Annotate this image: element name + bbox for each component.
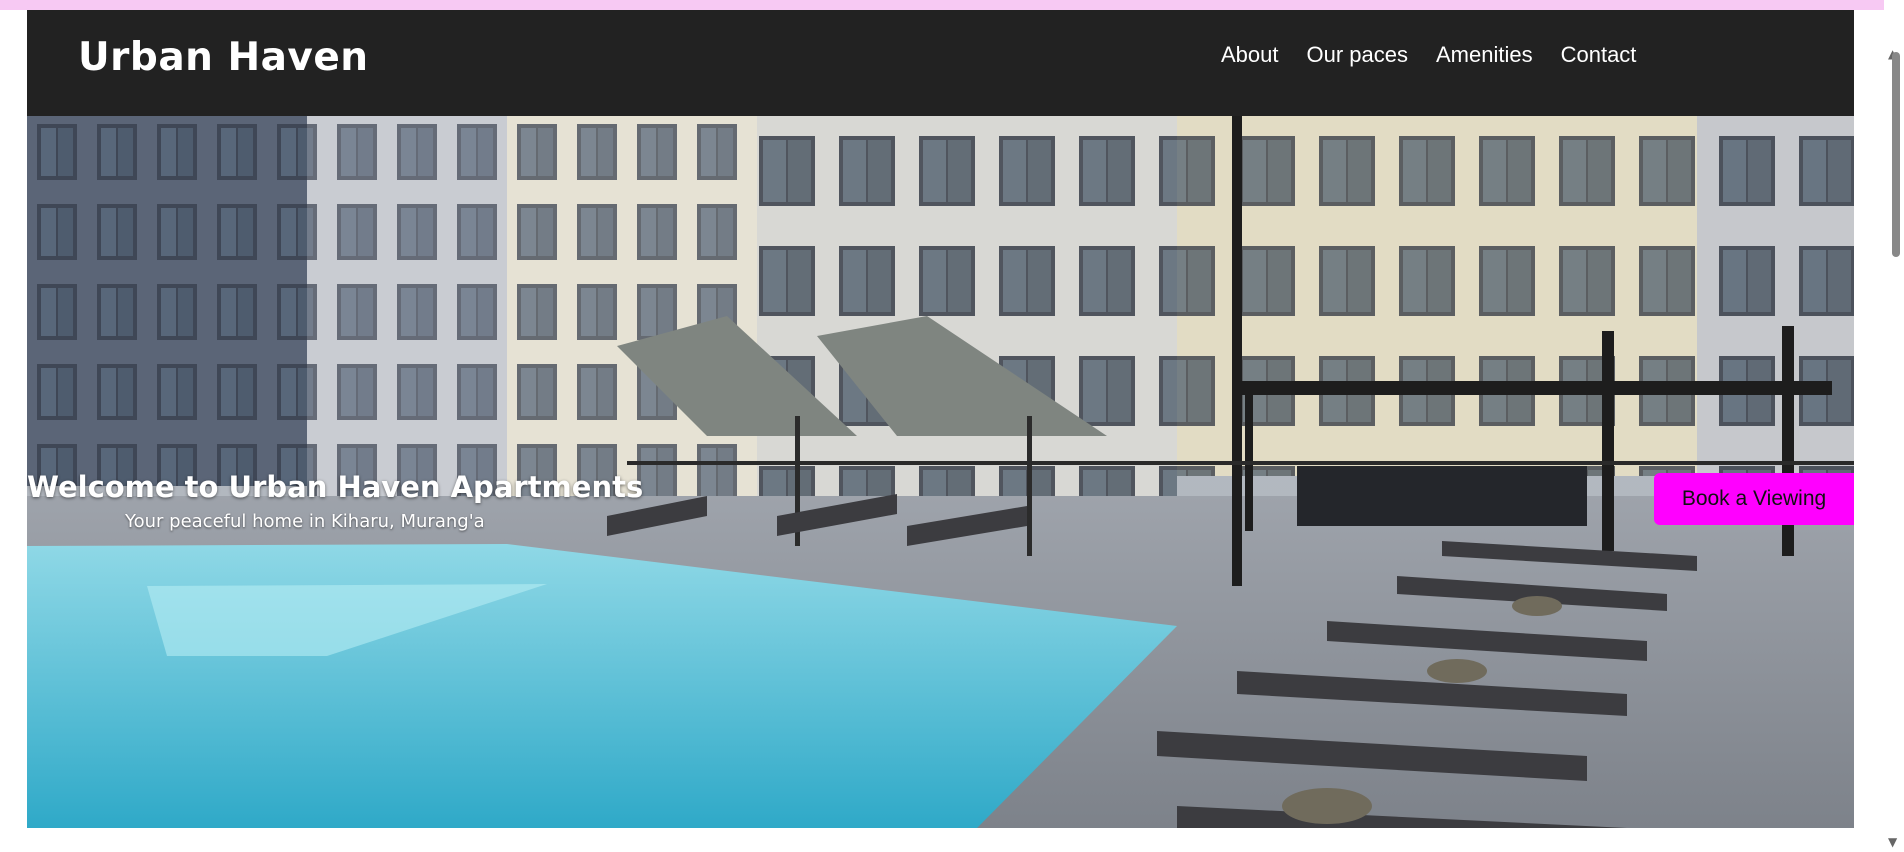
site-logo[interactable]: Urban Haven <box>78 35 369 80</box>
hero-title: Welcome to Urban Haven Apartments <box>27 470 644 505</box>
nav-link-about[interactable]: About <box>1221 42 1279 68</box>
hero-section: Welcome to Urban Haven Apartments Your p… <box>27 116 1854 828</box>
page-container: Urban Haven About Our paces Amenities Co… <box>27 10 1854 828</box>
main-nav: About Our paces Amenities Contact <box>1221 42 1636 68</box>
nav-link-our-paces[interactable]: Our paces <box>1307 42 1409 68</box>
scroll-down-arrow-icon[interactable]: ▼ <box>1888 836 1897 848</box>
nav-link-amenities[interactable]: Amenities <box>1436 42 1533 68</box>
top-accent-strip <box>0 0 1904 10</box>
page-scrollbar[interactable]: ▲ ▼ <box>1884 0 1904 852</box>
book-viewing-button[interactable]: Book a Viewing <box>1654 473 1854 525</box>
nav-link-contact[interactable]: Contact <box>1561 42 1637 68</box>
hero-subtitle: Your peaceful home in Kiharu, Murang'a <box>125 511 485 532</box>
scrollbar-thumb[interactable] <box>1892 52 1900 257</box>
site-header: Urban Haven About Our paces Amenities Co… <box>27 10 1854 116</box>
